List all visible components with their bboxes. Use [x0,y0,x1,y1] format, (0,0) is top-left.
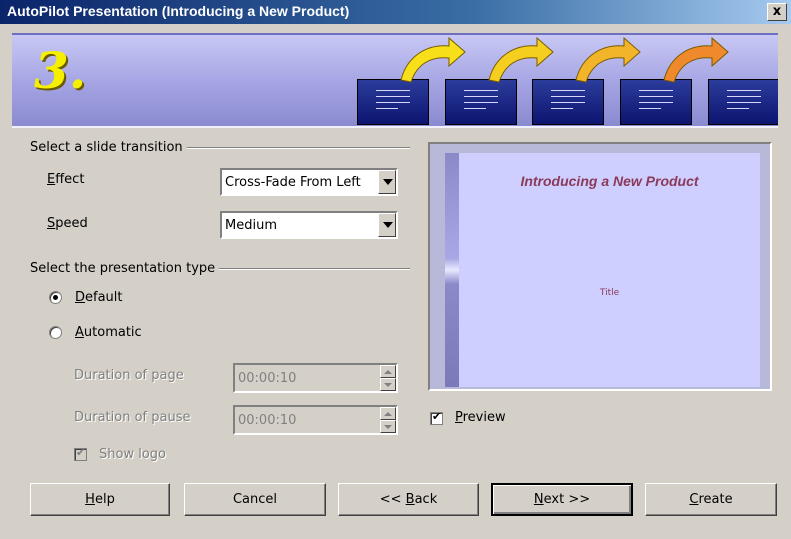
preview-mnemonic: P [455,410,463,425]
speed-label: Speed [47,216,88,231]
default-label-rest: efault [85,290,123,305]
slide-line [376,90,410,91]
automatic-mnemonic: A [75,325,84,340]
slide-line [727,90,761,91]
automatic-radio-label[interactable]: Automatic [75,325,142,340]
help-label-rest: elp [94,492,115,507]
duration-page-label: Duration of page [74,368,184,383]
effect-label-rest: ffect [55,172,85,187]
slide-line [551,108,573,109]
preview-slide: Introducing a New Product Title [445,153,760,387]
cancel-button[interactable]: Cancel [184,483,326,516]
preview-checkbox-label[interactable]: Preview [455,410,506,425]
spin-up-icon[interactable] [380,365,396,378]
next-mnemonic: N [533,492,544,507]
spin-down-icon[interactable] [380,378,396,391]
speed-value: Medium [225,218,277,233]
presentation-group-label: Select the presentation type [30,261,220,276]
slide-line [551,90,585,91]
back-label-prefix: << [379,492,406,507]
chevron-down-icon[interactable] [378,170,396,194]
slide-line [551,96,585,97]
show-logo-label: Show logo [99,447,166,462]
window-title: AutoPilot Presentation (Introducing a Ne… [7,3,350,19]
chevron-down-icon[interactable] [378,213,396,237]
duration-pause-value: 00:00:10 [238,413,297,428]
speed-dropdown[interactable]: Medium [220,211,398,239]
slide-line [727,108,749,109]
transition-group-label: Select a slide transition [30,140,187,155]
effect-label-mnemonic: E [47,172,56,187]
show-logo-checkbox[interactable] [74,446,87,461]
preview-checkbox[interactable] [430,410,443,425]
close-icon: x [772,4,782,19]
duration-page-spinner[interactable]: 00:00:10 [233,363,398,393]
spin-up-icon[interactable] [380,407,396,420]
create-label-rest: reate [698,492,733,507]
wizard-banner: 3. [12,33,778,128]
slide-title: Introducing a New Product [520,173,699,189]
slide-line [727,96,761,97]
duration-pause-label: Duration of pause [74,410,191,425]
automatic-radio[interactable] [49,326,62,339]
slide-line [464,108,486,109]
next-label-rest: ext >> [543,492,591,507]
slide-line [464,96,498,97]
effect-value: Cross-Fade From Left [225,175,361,190]
spin-down-icon[interactable] [380,420,396,433]
slide-line [464,90,498,91]
slide-line [639,102,673,103]
slide-step-icon [708,79,778,125]
create-button[interactable]: Create [645,483,777,516]
slide-line [639,90,673,91]
slide-line [376,102,410,103]
duration-page-value: 00:00:10 [238,371,297,386]
help-button[interactable]: Help [30,483,170,516]
title-bar: AutoPilot Presentation (Introducing a Ne… [0,0,791,24]
slide-line [551,102,585,103]
help-mnemonic: H [85,492,95,507]
slide-subtitle: Title [599,288,620,298]
slide-line [639,96,673,97]
step-number: 3. [34,41,87,100]
slide-line [464,102,498,103]
slide-line [376,96,410,97]
default-radio[interactable] [49,291,62,304]
slide-line [727,102,761,103]
speed-label-rest: peed [55,216,88,231]
close-button[interactable]: x [767,3,787,21]
default-radio-label[interactable]: Default [75,290,123,305]
effect-dropdown[interactable]: Cross-Fade From Left [220,168,398,196]
effect-label: Effect [47,172,84,187]
slide-line [639,108,661,109]
next-button[interactable]: Next >> [491,483,633,516]
back-button[interactable]: << Back [338,483,479,516]
slide-line [376,108,398,109]
default-mnemonic: D [75,290,86,305]
duration-pause-spinner[interactable]: 00:00:10 [233,405,398,435]
automatic-label-rest: utomatic [83,325,142,340]
preview-label-rest: review [462,410,506,425]
slide-preview: Introducing a New Product Title [428,142,772,391]
back-mnemonic: B [405,492,415,507]
back-label-rest: ack [414,492,438,507]
